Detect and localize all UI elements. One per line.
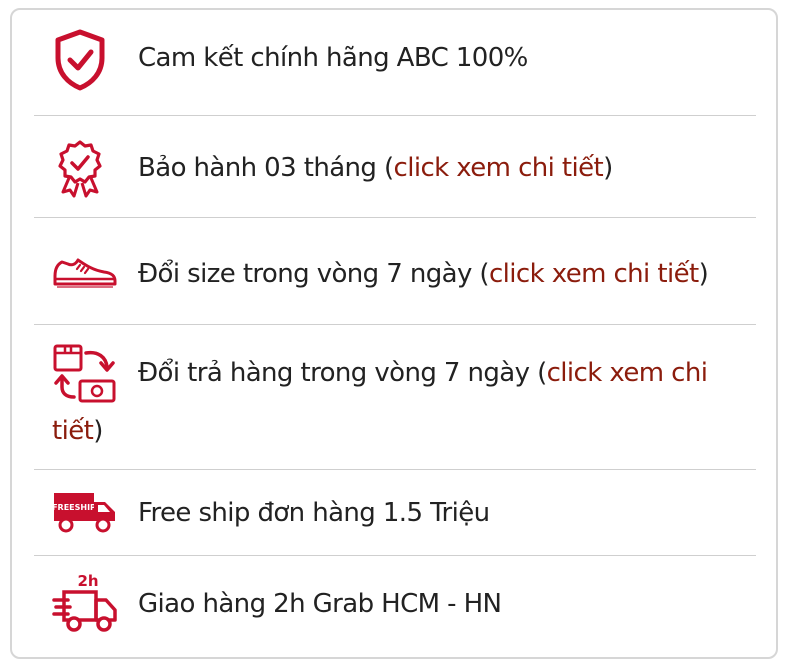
policy-text: Free ship đơn hàng 1.5 Triệu — [138, 498, 490, 528]
policy-item-return: Đổi trả hàng trong vòng 7 ngày (click xe… — [34, 325, 756, 470]
size-exchange-detail-link[interactable]: click xem chi tiết — [489, 259, 699, 289]
return-detail-link[interactable]: click xem chi — [547, 358, 708, 388]
policy-text: Giao hàng 2h Grab HCM - HN — [138, 589, 502, 619]
policy-text: Bảo hành 03 tháng (click xem chi tiết) — [138, 153, 613, 183]
freeship-truck-icon: FREESHIP — [52, 490, 118, 534]
delivery-time-label: 2h — [77, 572, 98, 590]
policy-item-warranty: Bảo hành 03 tháng (click xem chi tiết) — [34, 116, 756, 218]
policy-item-authentic: Cam kết chính hãng ABC 100% — [34, 10, 756, 116]
policy-item-size-exchange: Đổi size trong vòng 7 ngày (click xem ch… — [34, 218, 756, 325]
warranty-detail-link[interactable]: click xem chi tiết — [394, 153, 604, 183]
policy-text-continued: tiết) — [52, 416, 103, 446]
policy-text: Cam kết chính hãng ABC 100% — [138, 43, 528, 73]
fast-delivery-truck-icon: 2h — [52, 572, 118, 636]
policy-card: Cam kết chính hãng ABC 100% Bảo hành 03 … — [10, 8, 778, 659]
return-detail-link-continued[interactable]: tiết — [52, 416, 94, 446]
return-exchange-icon — [52, 343, 118, 405]
sneaker-icon — [52, 254, 118, 290]
policy-item-express-delivery: 2h Giao hàng 2h Grab HCM - HN — [34, 556, 756, 656]
policy-text: Đổi size trong vòng 7 ngày (click xem ch… — [138, 259, 709, 289]
award-badge-icon — [52, 138, 108, 200]
policy-item-freeship: FREESHIP Free ship đơn hàng 1.5 Triệu — [34, 470, 756, 556]
shield-check-icon — [52, 28, 108, 92]
freeship-label: FREESHIP — [52, 503, 96, 512]
policy-text: Đổi trả hàng trong vòng 7 ngày (click xe… — [138, 358, 708, 388]
